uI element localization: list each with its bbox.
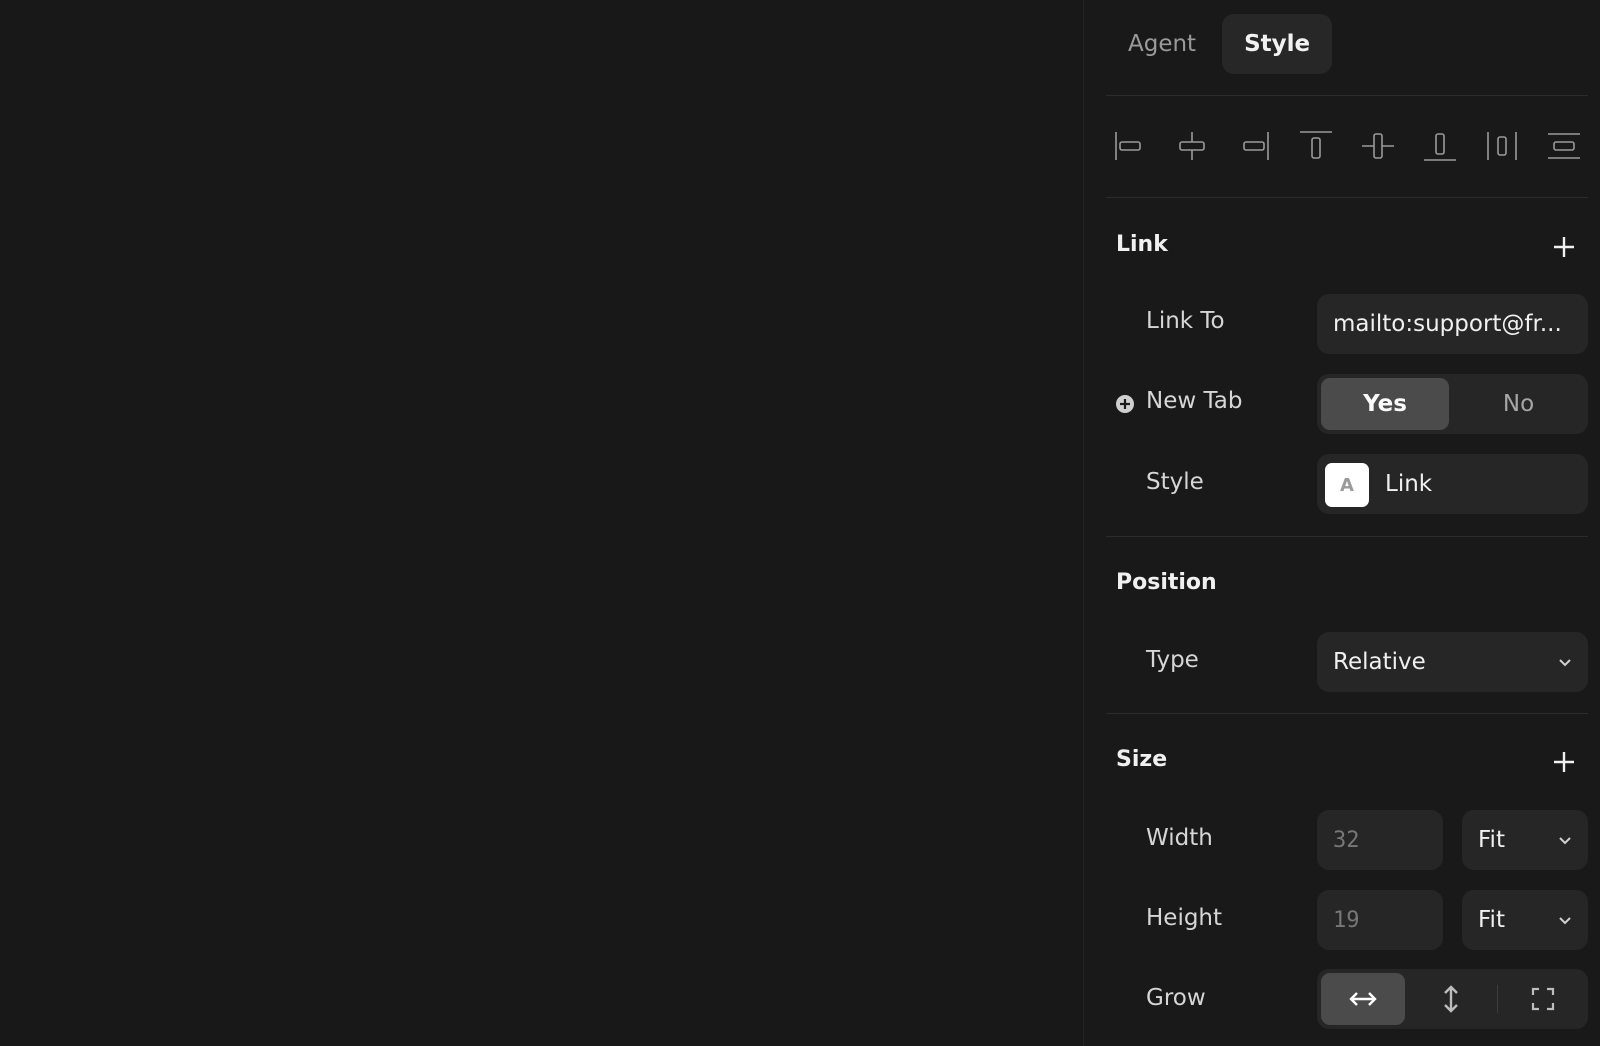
height-value: 19: [1333, 907, 1360, 933]
section-title-size: Size: [1116, 747, 1168, 772]
distribute-horizontal-icon[interactable]: [1482, 126, 1522, 166]
chevron-down-icon: [1559, 917, 1571, 925]
properties-panel: Agent Style Link Link To mailto:support@…: [1083, 0, 1600, 1046]
align-vertical-center-icon[interactable]: [1358, 126, 1398, 166]
new-tab-toggle: Yes No: [1317, 374, 1588, 434]
position-type-value: Relative: [1333, 649, 1426, 675]
chevron-down-icon: [1559, 837, 1571, 845]
width-input[interactable]: 32: [1317, 810, 1443, 870]
link-to-label: Link To: [1146, 308, 1225, 334]
height-mode-select[interactable]: Fit: [1462, 890, 1588, 950]
height-mode-value: Fit: [1478, 907, 1505, 933]
grow-vertical-icon[interactable]: [1409, 973, 1493, 1025]
width-label: Width: [1146, 825, 1213, 851]
chevron-down-icon: [1559, 659, 1571, 667]
panel-tabs: Agent Style: [1106, 14, 1333, 74]
design-canvas[interactable]: [0, 0, 1083, 1046]
height-input[interactable]: 19: [1317, 890, 1443, 950]
divider: [1106, 197, 1588, 198]
segment-separator: [1497, 985, 1498, 1013]
align-bottom-icon[interactable]: [1420, 126, 1460, 166]
section-title-link: Link: [1116, 232, 1168, 257]
width-mode-value: Fit: [1478, 827, 1505, 853]
align-top-icon[interactable]: [1296, 126, 1336, 166]
divider: [1106, 95, 1588, 96]
alignment-toolbar: [1106, 118, 1588, 174]
width-mode-select[interactable]: Fit: [1462, 810, 1588, 870]
position-type-select[interactable]: Relative: [1317, 632, 1588, 692]
align-horizontal-center-icon[interactable]: [1172, 126, 1212, 166]
align-right-icon[interactable]: [1234, 126, 1274, 166]
tab-style[interactable]: Style: [1222, 14, 1333, 74]
new-tab-yes-option[interactable]: Yes: [1321, 378, 1449, 430]
new-tab-no-option[interactable]: No: [1453, 378, 1584, 430]
text-style-swatch: A: [1325, 463, 1369, 507]
distribute-vertical-icon[interactable]: [1544, 126, 1584, 166]
section-title-position: Position: [1116, 570, 1217, 595]
style-label: Style: [1146, 469, 1204, 495]
tab-agent[interactable]: Agent: [1106, 14, 1218, 74]
link-to-input[interactable]: mailto:support@fr...: [1317, 294, 1588, 354]
link-to-value: mailto:support@fr...: [1333, 311, 1562, 337]
link-style-select[interactable]: A Link: [1317, 454, 1588, 514]
grow-fill-icon[interactable]: [1501, 973, 1584, 1025]
divider: [1106, 536, 1588, 537]
divider: [1106, 713, 1588, 714]
add-link-plus-icon[interactable]: [1550, 233, 1578, 261]
height-label: Height: [1146, 905, 1223, 931]
grow-label: Grow: [1146, 985, 1206, 1011]
grow-horizontal-icon[interactable]: [1321, 973, 1405, 1025]
add-size-plus-icon[interactable]: [1550, 748, 1578, 776]
align-left-icon[interactable]: [1110, 126, 1150, 166]
width-value: 32: [1333, 827, 1360, 853]
new-tab-label: New Tab: [1146, 388, 1243, 414]
position-type-label: Type: [1146, 647, 1199, 673]
grow-toggle: [1317, 969, 1588, 1029]
plus-circle-icon[interactable]: [1115, 394, 1135, 414]
